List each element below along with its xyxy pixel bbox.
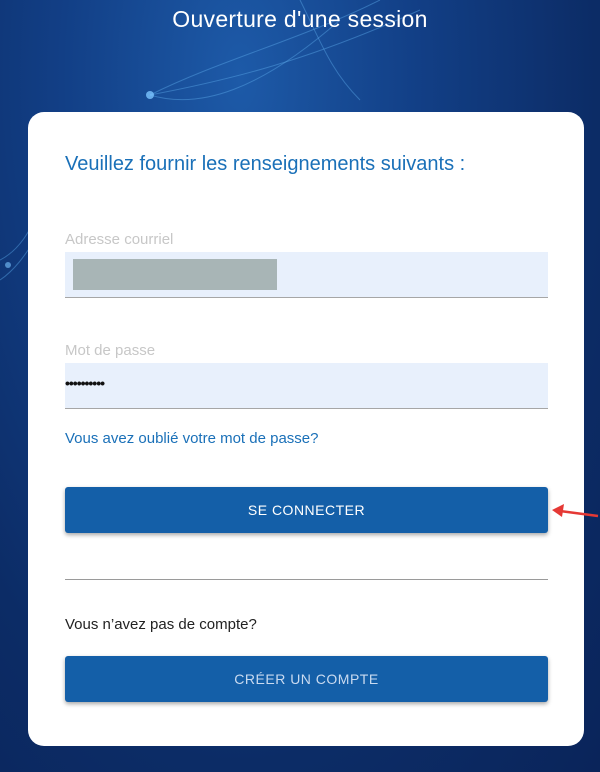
divider: [65, 579, 548, 580]
login-card: Veuillez fournir les renseignements suiv…: [28, 112, 584, 746]
email-label: Adresse courriel: [65, 231, 174, 248]
password-field[interactable]: ••••••••••: [65, 363, 548, 409]
page-title: Ouverture d'une session: [172, 6, 428, 32]
forgot-password-link[interactable]: Vous avez oublié votre mot de passe?: [65, 430, 319, 447]
email-field[interactable]: [65, 252, 548, 298]
form-subtitle: Veuillez fournir les renseignements suiv…: [65, 153, 466, 175]
no-account-text: Vous n’avez pas de compte?: [65, 616, 257, 633]
connect-button[interactable]: SE CONNECTER: [65, 487, 548, 533]
redacted-email-value: [73, 259, 277, 290]
create-account-button[interactable]: CRÉER UN COMPTE: [65, 656, 548, 702]
password-value: ••••••••••: [65, 375, 105, 391]
password-label: Mot de passe: [65, 342, 156, 359]
annotation-arrow-icon: [552, 504, 599, 518]
